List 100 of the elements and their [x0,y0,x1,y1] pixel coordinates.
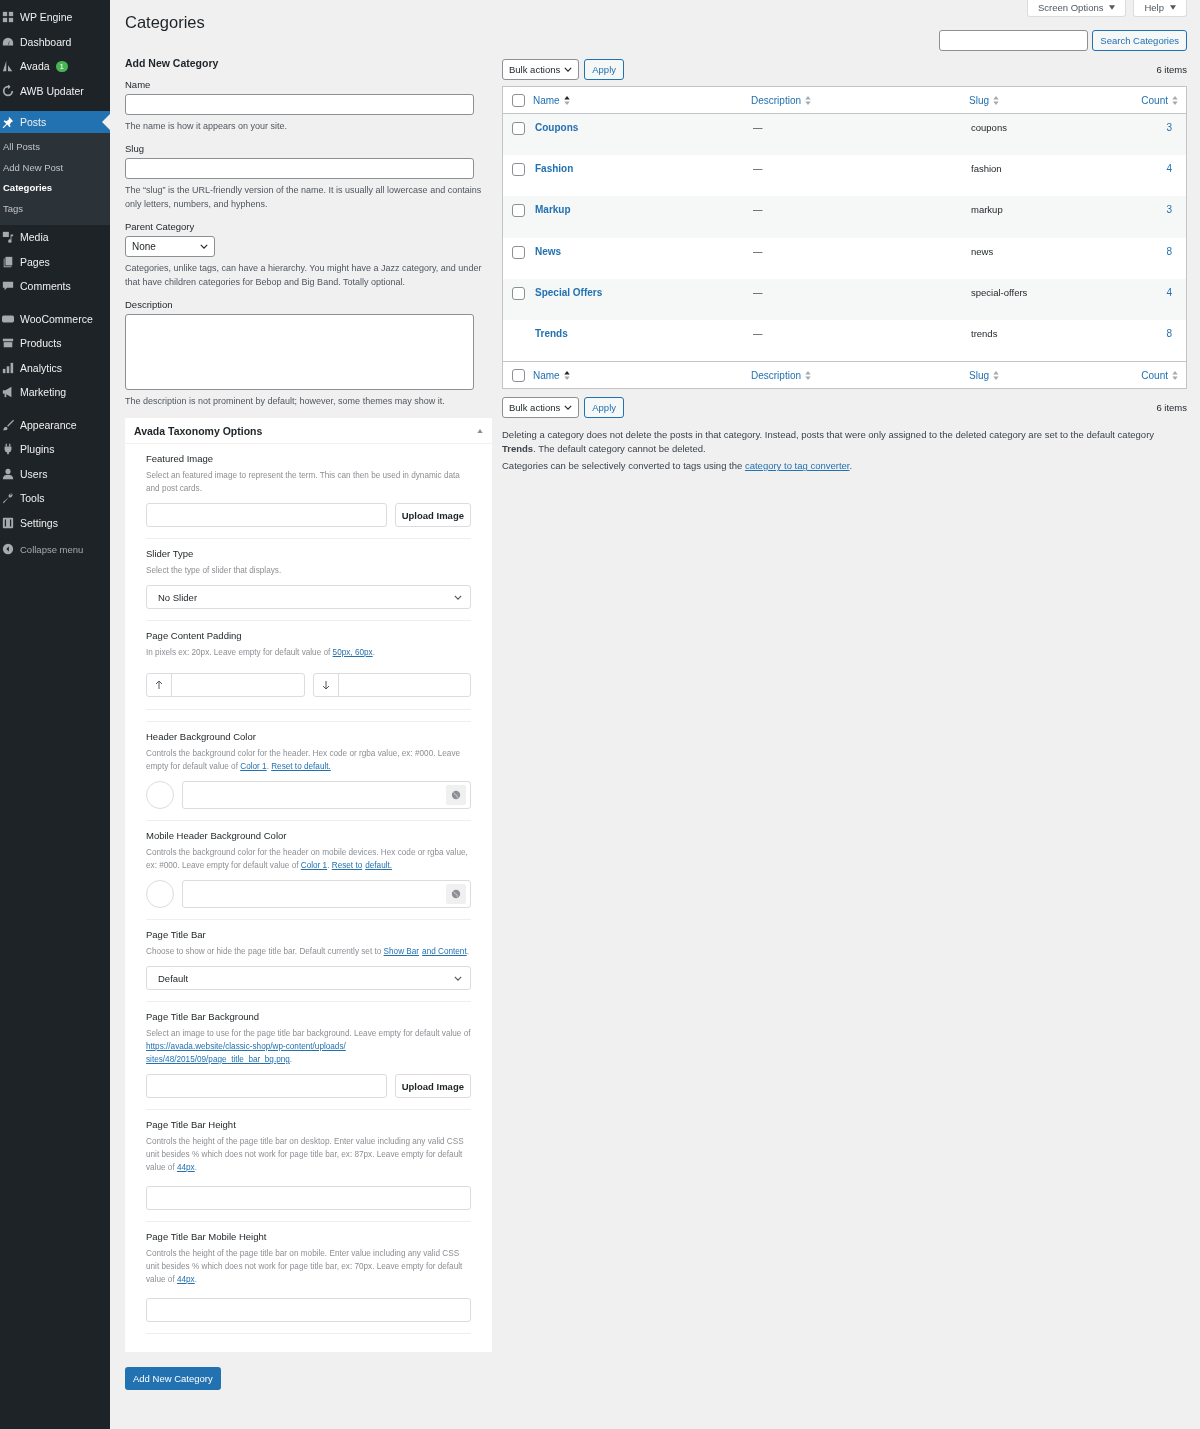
category-name-link[interactable]: Special Offers [533,286,753,298]
post-count-link[interactable]: 3 [1131,122,1186,133]
submenu-item[interactable]: All Posts [0,137,110,158]
row-checkbox[interactable] [511,286,525,300]
column-header[interactable]: Name [533,369,751,381]
row-checkbox[interactable] [511,245,525,259]
field-label: Slug [125,143,145,154]
column-header[interactable]: Count [1129,369,1186,381]
upload-image-button[interactable]: Upload Image [394,503,471,527]
collapse-menu-button[interactable]: Collapse menu [0,537,110,562]
column-header[interactable]: Description [751,94,969,106]
column-header[interactable]: Count [1129,94,1186,106]
apply-button[interactable]: Apply [584,59,624,80]
column-header[interactable]: Slug [969,94,1129,106]
row-checkbox[interactable] [511,122,525,135]
sidebar-menu-item[interactable]: Appearance [0,412,110,437]
image-url-field[interactable] [146,503,387,527]
sidebar-menu-item[interactable]: Posts [0,111,110,133]
apply-button[interactable]: Apply [584,397,624,419]
panel-title: Avada Taxonomy Options [134,424,263,437]
input-field[interactable] [125,94,474,115]
help-text: The “slug” is the URL-friendly version of the name. It is usually all lowercase and contains only letters, numbers, and hyphens. [125,184,483,211]
category-name-link[interactable]: Trends [533,327,753,339]
select-all-checkbox[interactable] [511,93,525,107]
category-name-link[interactable]: Coupons [533,122,753,133]
media-icon [2,231,14,244]
table-cell-text: trends [971,327,999,339]
sidebar-menu-item[interactable]: Marketing [0,380,110,405]
column-header[interactable]: Name [533,94,751,106]
sidebar-menu-item[interactable]: Products [0,331,110,356]
help-link[interactable]: https://avada.website/classic-shop/wp-content/uploads/ [146,1040,346,1053]
sidebar-menu-item[interactable]: WooCommerce [0,306,110,331]
category-name-link[interactable]: Fashion [533,163,753,175]
help-tab[interactable]: Help [1133,0,1187,17]
screen-options-tab[interactable]: Screen Options [1026,0,1127,17]
select-field[interactable]: Default [146,966,471,990]
help-link[interactable]: 44px [176,1275,195,1284]
post-count-link[interactable]: 3 [1131,204,1186,216]
sidebar-menu-item[interactable]: Media [0,225,110,250]
sidebar-menu-item[interactable]: AWB Updater [0,78,110,103]
row-checkbox[interactable] [511,204,525,218]
sidebar-menu-item[interactable]: Tools [0,486,110,511]
column-header[interactable]: Slug [969,369,1129,381]
help-link[interactable]: Color 1 [240,762,267,771]
sidebar-menu-item[interactable]: Users [0,461,110,486]
select-all-checkbox[interactable] [511,368,525,382]
table-cell-text: markup [971,204,1004,216]
textarea-field[interactable] [125,314,474,390]
column-header[interactable]: Description [751,369,969,381]
pin-icon [2,116,14,128]
collapse-arrow-icon[interactable] [477,428,483,433]
select-field[interactable]: No Slider [146,585,471,609]
item-count: 6 items [1156,64,1187,75]
page-title: Categories [125,12,205,32]
submenu-item[interactable]: Tags [0,198,110,219]
padding-bottom-field[interactable] [312,673,471,697]
padding-top-field[interactable] [146,673,305,697]
upload-image-button[interactable]: Upload Image [394,1074,471,1098]
row-checkbox[interactable] [511,163,525,177]
sidebar-menu-item[interactable]: Settings [0,510,110,535]
sidebar-menu-item[interactable]: Avada 1 [0,54,110,79]
sidebar-menu-item[interactable]: Pages [0,249,110,274]
help-link[interactable]: Show Bar [383,945,420,958]
help-link[interactable]: 44px [176,1163,195,1172]
option-description: In pixels ex: 20px. Leave empty for default value of 50px, 60px. [146,647,376,659]
search-categories-button[interactable]: Search Categories [1092,30,1187,51]
help-link[interactable]: Reset to default. [271,762,331,771]
category-name-link[interactable]: Markup [533,204,753,216]
help-link[interactable]: 50px, 60px [332,648,373,657]
sidebar-menu-item[interactable]: Analytics [0,355,110,380]
select-field[interactable]: None [125,236,215,257]
post-count-link[interactable]: 4 [1131,163,1186,175]
bulk-actions-select[interactable]: Bulk actions [502,397,580,419]
add-new-category-button[interactable]: Add New Category [125,1367,221,1390]
option-label: Featured Image [146,453,215,464]
bulk-actions-select[interactable]: Bulk actions [502,59,580,80]
sidebar-menu-item[interactable]: Plugins [0,437,110,462]
option-label: Page Title Bar Background [146,1011,260,1022]
input-field[interactable] [125,158,474,179]
image-url-field[interactable] [146,1074,387,1098]
help-link[interactable]: sites/48/2015/09/page_title_bar_bg.png [146,1053,290,1066]
post-count-link[interactable]: 4 [1131,286,1186,298]
category-name-link[interactable]: News [533,245,753,257]
table-cell-text: coupons [971,122,1008,133]
submenu-item[interactable]: Categories [0,178,110,199]
help-text: The name is how it appears on your site. [125,120,289,133]
sidebar-menu-item[interactable]: WP Engine [0,5,110,30]
help-link[interactable]: and Content [422,945,467,958]
post-count-link[interactable]: 8 [1131,327,1186,339]
submenu-item[interactable]: Add New Post [0,157,110,178]
sidebar-menu-item[interactable]: Dashboard [0,29,110,54]
color-field[interactable] [182,880,471,908]
option-description: Controls the height of the page title bar on desktop. Enter value including any valid CSS unit besides % which does not work for page title bar, ex: 87px. Leave empty for default value of 44px. [146,1136,465,1174]
color-field[interactable] [182,781,471,809]
help-link[interactable]: Reset to [331,859,363,872]
search-field[interactable] [939,30,1089,51]
sidebar-menu-item[interactable]: Comments [0,274,110,299]
post-count-link[interactable]: 8 [1131,245,1186,257]
option-label: Page Title Bar Mobile Height [146,1231,268,1242]
help-link[interactable]: default. [365,859,393,872]
